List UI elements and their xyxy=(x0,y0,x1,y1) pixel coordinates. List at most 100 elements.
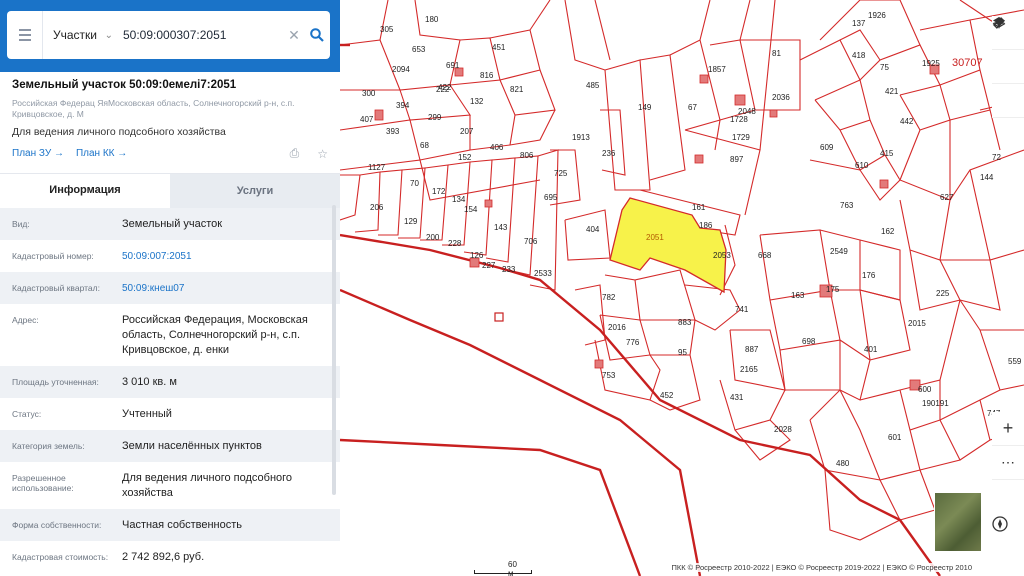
more-icon[interactable]: ⋯ xyxy=(992,446,1024,480)
parcel-number-label: 691 xyxy=(446,61,460,70)
info-row-value: Для ведения личного подсобного хозяйства xyxy=(122,472,293,499)
compass-icon[interactable] xyxy=(992,516,1024,550)
tab-info[interactable]: Информация xyxy=(0,174,170,208)
map-view[interactable]: 180 305 653 451 2094 691 816 422 485 67 1857 81 137 1… xyxy=(340,0,1024,576)
map-tools xyxy=(992,16,1024,118)
parcel-number-label: 418 xyxy=(852,51,866,60)
parcel-number-label: 763 xyxy=(840,201,854,210)
object-type-select[interactable]: Участки ⌄ xyxy=(43,28,121,42)
parcel-number-label: 725 xyxy=(554,169,568,178)
info-row-label: Кадастровая стоимость: xyxy=(12,552,109,562)
info-row-label: Категория земель: xyxy=(12,441,85,451)
parcel-number-label: 299 xyxy=(428,113,442,122)
parcel-number-label: 129 xyxy=(404,217,418,226)
parcel-number-label: 406 xyxy=(490,143,504,152)
star-icon[interactable]: ☆ xyxy=(317,147,328,161)
parcel-number-label: 149 xyxy=(638,103,652,112)
parcel-number-label: 480 xyxy=(836,459,850,468)
parcel-number-label: 144 xyxy=(980,173,994,182)
parcel-number-label: 2094 xyxy=(392,65,410,74)
parcel-number-label: 401 xyxy=(864,345,878,354)
info-row: Кадастровый квартал: 50:09:кнеш07 xyxy=(0,272,340,304)
parcel-number-label: 451 xyxy=(492,43,506,52)
parcel-number-label: 610 xyxy=(855,161,869,170)
info-row: Вид: Земельный участок xyxy=(0,208,340,240)
parcel-number-label: 225 xyxy=(936,289,950,298)
parcel-number-label: 2533 xyxy=(534,269,552,278)
info-row: Статус: Учтенный xyxy=(0,398,340,430)
location-icon[interactable] xyxy=(992,17,1024,118)
parcel-number-label: 68 xyxy=(420,141,429,150)
info-row-value[interactable]: 50:09:0‍‍07:2051 xyxy=(122,249,328,272)
info-row-label: Вид: xyxy=(12,219,30,229)
parcel-number-label: 806 xyxy=(520,151,534,160)
cadastral-map[interactable]: 180305653 4512094 691816422 485671857811371… xyxy=(340,0,1024,576)
parcel-number-label: 393 xyxy=(386,127,400,136)
parcel-use: Для ведения личного подсобного хозяйства xyxy=(12,126,226,138)
info-row-value[interactable]: 50:09:кнеш07 xyxy=(122,281,328,304)
info-row: Адрес: Российская Федерация, Московская о… xyxy=(0,304,340,366)
parcel-number-label: 442 xyxy=(900,117,914,126)
info-row-value: Частная собственность xyxy=(122,519,243,531)
quarter-label: 30707 xyxy=(952,57,983,69)
info-row-value: Земли населённых пунктов xyxy=(122,440,262,452)
parcel-number-label: 207 xyxy=(460,127,474,136)
zoom-in-icon[interactable]: + xyxy=(992,412,1024,446)
info-row: Площадь уточненная: 3 010 кв. м xyxy=(0,366,340,398)
plan-kk-link[interactable]: План КК → xyxy=(76,148,127,159)
parcel-number-label: 163 xyxy=(791,291,805,300)
parcel-number-label: 206 xyxy=(370,203,384,212)
parcel-number-label: 2016 xyxy=(608,323,626,332)
parcel-title: Земельный участок 50:09:0емелі7:2051 xyxy=(12,79,237,91)
parcel-header: Земельный участок 50:09:0емелі7:2051 Рос… xyxy=(0,72,340,174)
parcel-number-label: 176 xyxy=(862,271,876,280)
parcel-number-label: 236 xyxy=(602,149,616,158)
info-row-value: Учтенный xyxy=(122,408,172,420)
parcel-number-label: 1728 xyxy=(730,115,748,124)
parcel-number-label: 1925 xyxy=(922,59,940,68)
parcel-number-label: 2036 xyxy=(772,93,790,102)
scrollbar[interactable] xyxy=(332,205,336,495)
satellite-thumbnail[interactable] xyxy=(934,492,982,552)
parcel-number-label: 2053 xyxy=(713,251,731,260)
search-icon[interactable] xyxy=(304,28,330,42)
parcel-number-label: 70 xyxy=(410,179,419,188)
info-row-label: Кадастровый номер: xyxy=(12,251,94,261)
parcel-number-label: 627 xyxy=(940,193,954,202)
parcel-number-label: 134 xyxy=(452,195,466,204)
search-input[interactable]: 50:09:00‍0307:2051 xyxy=(121,28,284,42)
info-row-label: Кадастровый квартал: xyxy=(12,283,100,293)
selected-parcel-label: 2051 xyxy=(646,233,664,242)
menu-icon[interactable] xyxy=(7,11,43,59)
print-icon[interactable]: ⎙ xyxy=(290,146,300,161)
info-row: Категория земель: Земли населённых пункто… xyxy=(0,430,340,462)
parcel-number-label: 816 xyxy=(480,71,494,80)
object-type-label: Участки xyxy=(53,28,97,42)
parcel-number-label: 95 xyxy=(678,348,687,357)
parcel-number-label: 190191 xyxy=(922,399,949,408)
info-row-value: Российская Федерация, Московская область… xyxy=(122,314,308,356)
parcel-number-label: 162 xyxy=(881,227,895,236)
parcel-number-label: 300 xyxy=(362,89,376,98)
selected-parcel xyxy=(609,197,727,294)
parcel-number-label: 227 xyxy=(482,261,496,270)
info-panel: Участки ⌄ 50:09:00‍0307:2051 ✕ ‹ Земельн… xyxy=(0,0,340,576)
parcel-number-label: 753 xyxy=(602,371,616,380)
clear-icon[interactable]: ✕ xyxy=(284,27,304,44)
tab-services[interactable]: Услуги xyxy=(170,174,340,208)
parcel-number-label: 897 xyxy=(730,155,744,164)
chevron-down-icon: ⌄ xyxy=(104,29,113,41)
ruler-icon[interactable] xyxy=(992,17,1024,84)
zoom-controls: + ⋯ xyxy=(992,412,1024,480)
parcel-number-label: 421 xyxy=(885,87,899,96)
parcel-number-label: 152 xyxy=(458,153,472,162)
parcel-number-label: 2165 xyxy=(740,365,758,374)
info-table: Вид: Земельный участок Кадастровый номер: 5… xyxy=(0,208,340,573)
parcel-number-label: 172 xyxy=(432,187,446,196)
parcel-number-label: 695 xyxy=(544,193,558,202)
parcel-number-label: 137 xyxy=(852,19,866,28)
plan-zu-link[interactable]: План ЗУ → xyxy=(12,148,64,159)
info-row-label: Площадь уточненная: xyxy=(12,377,99,387)
parcel-number-label: 415 xyxy=(880,149,894,158)
parcel-number-label: 2028 xyxy=(774,425,792,434)
